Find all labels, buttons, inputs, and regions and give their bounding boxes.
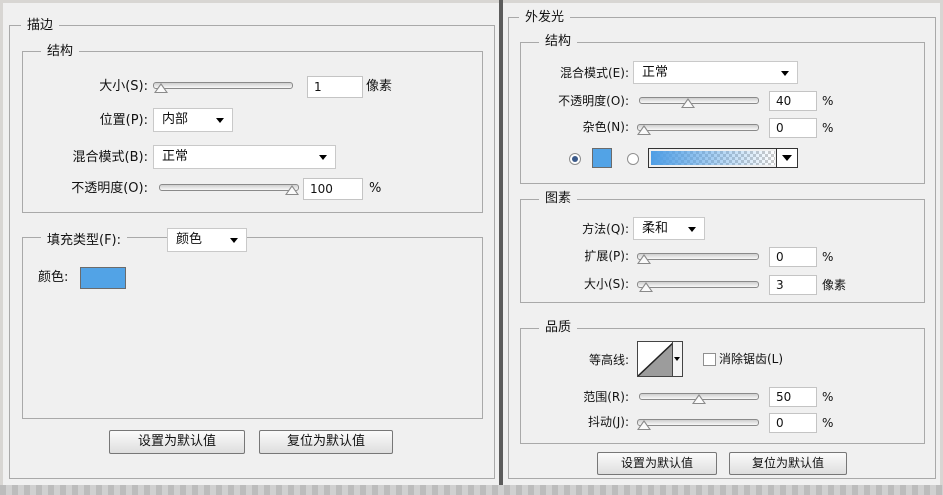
glow-range-input[interactable]: 50	[769, 387, 817, 407]
glow-elements-legend: 图素	[539, 190, 578, 208]
stroke-size-input[interactable]: 1	[307, 76, 363, 98]
glow-spread-slider-thumb[interactable]	[637, 254, 651, 264]
glow-range-slider[interactable]	[639, 390, 759, 404]
glow-opacity-label: 不透明度(O):	[558, 94, 629, 108]
glow-jitter-slider[interactable]	[637, 416, 759, 430]
glow-noise-unit: %	[822, 121, 834, 135]
outer-glow-legend: 外发光	[519, 9, 571, 27]
glow-reset-default-button[interactable]: 复位为默认值	[729, 452, 847, 475]
stroke-opacity-slider-thumb[interactable]	[285, 185, 299, 195]
stroke-size-slider-thumb[interactable]	[154, 83, 169, 93]
glow-jitter-label: 抖动(J):	[588, 415, 629, 429]
stroke-reset-default-button[interactable]: 复位为默认值	[259, 430, 393, 454]
glow-noise-input[interactable]: 0	[769, 118, 817, 138]
stroke-color-swatch[interactable]	[80, 267, 126, 289]
glow-gradient-picker[interactable]	[648, 148, 798, 168]
glow-spread-label: 扩展(P):	[584, 249, 629, 263]
stroke-panel: 描边 结构 大小(S): 1 像素 位置(P): 内部 混合模式(B): 正常 …	[3, 3, 499, 485]
stroke-blend-value: 正常	[162, 149, 189, 164]
bottom-strip	[0, 485, 943, 495]
stroke-opacity-slider[interactable]	[159, 181, 299, 195]
glow-color-swatch[interactable]	[592, 148, 612, 168]
glow-technique-label: 方法(Q):	[582, 222, 629, 236]
stroke-color-label: 颜色:	[38, 270, 69, 285]
stroke-legend: 描边	[21, 17, 60, 35]
glow-spread-slider-track	[637, 253, 759, 260]
glow-range-slider-thumb[interactable]	[692, 394, 706, 404]
glow-noise-label: 杂色(N):	[582, 120, 629, 134]
glow-opacity-slider-track	[639, 97, 759, 104]
chevron-down-icon	[216, 118, 224, 123]
stroke-fill-type-label: 填充类型(F):	[47, 233, 122, 248]
stroke-size-unit: 像素	[366, 79, 393, 94]
glow-opacity-input[interactable]: 40	[769, 91, 817, 111]
glow-size-label: 大小(S):	[583, 277, 629, 291]
glow-opacity-slider[interactable]	[639, 94, 759, 108]
gradient-preview	[651, 151, 775, 165]
glow-range-unit: %	[822, 390, 834, 404]
glow-blend-label: 混合模式(E):	[560, 66, 629, 80]
stroke-blend-dropdown[interactable]: 正常	[153, 145, 336, 169]
glow-spread-unit: %	[822, 250, 834, 264]
stroke-size-slider[interactable]	[153, 79, 293, 93]
stroke-size-slider-track	[153, 82, 293, 89]
glow-size-slider[interactable]	[637, 278, 759, 292]
glow-antialias-checkbox[interactable]	[703, 353, 716, 366]
stroke-opacity-input[interactable]: 100	[303, 178, 363, 200]
glow-structure-legend: 结构	[539, 33, 578, 51]
stroke-position-label: 位置(P):	[99, 113, 148, 128]
stroke-opacity-label: 不透明度(O):	[71, 181, 148, 196]
chevron-down-icon	[781, 71, 789, 76]
stroke-fill-legend: 填充类型(F):	[41, 226, 128, 256]
stroke-size-label: 大小(S):	[99, 79, 148, 94]
glow-contour-picker[interactable]	[637, 341, 683, 377]
glow-noise-slider[interactable]	[637, 121, 759, 135]
glow-spread-slider[interactable]	[637, 250, 759, 264]
glow-opacity-slider-thumb[interactable]	[681, 98, 696, 108]
stroke-set-default-button[interactable]: 设置为默认值	[109, 430, 245, 454]
glow-jitter-input[interactable]: 0	[769, 413, 817, 433]
glow-set-default-button[interactable]: 设置为默认值	[597, 452, 717, 475]
contour-preview-icon	[638, 342, 674, 376]
glow-antialias-label[interactable]: 消除锯齿(L)	[719, 349, 783, 369]
glow-jitter-slider-thumb[interactable]	[637, 420, 651, 430]
glow-noise-slider-track	[637, 124, 759, 131]
stroke-blend-label: 混合模式(B):	[72, 150, 148, 165]
stroke-position-value: 内部	[162, 112, 189, 127]
glow-solid-color-radio[interactable]	[569, 153, 581, 165]
glow-jitter-unit: %	[822, 416, 834, 430]
glow-spread-input[interactable]: 0	[769, 247, 817, 267]
glow-jitter-slider-track	[637, 419, 759, 426]
glow-quality-legend: 品质	[539, 319, 578, 337]
chevron-down-icon	[319, 155, 327, 160]
glow-blend-dropdown[interactable]: 正常	[633, 61, 798, 84]
chevron-down-icon[interactable]	[776, 149, 797, 167]
glow-opacity-unit: %	[822, 94, 834, 108]
glow-technique-dropdown[interactable]: 柔和	[633, 217, 705, 240]
stroke-fill-group	[22, 237, 483, 419]
outer-glow-panel: 外发光 结构 混合模式(E): 正常 不透明度(O): 40 % 杂色(N): …	[503, 3, 940, 485]
stroke-structure-legend: 结构	[41, 43, 80, 61]
chevron-down-icon	[230, 238, 238, 243]
stroke-opacity-slider-track	[159, 184, 299, 191]
stroke-opacity-unit: %	[369, 181, 382, 196]
chevron-down-icon	[688, 227, 696, 232]
glow-range-label: 范围(R):	[583, 390, 629, 404]
glow-gradient-radio[interactable]	[627, 153, 639, 165]
glow-size-input[interactable]: 3	[769, 275, 817, 295]
stroke-fill-type-dropdown[interactable]: 颜色	[167, 228, 247, 252]
glow-contour-label: 等高线:	[588, 353, 629, 367]
chevron-down-icon[interactable]	[672, 342, 682, 376]
stroke-position-dropdown[interactable]: 内部	[153, 108, 233, 132]
glow-size-unit: 像素	[822, 278, 847, 292]
glow-size-slider-track	[637, 281, 759, 288]
stroke-fill-type-value: 颜色	[176, 232, 203, 247]
glow-technique-value: 柔和	[642, 221, 669, 236]
glow-noise-slider-thumb[interactable]	[637, 125, 651, 135]
glow-blend-value: 正常	[642, 65, 669, 80]
glow-size-slider-thumb[interactable]	[639, 282, 654, 292]
